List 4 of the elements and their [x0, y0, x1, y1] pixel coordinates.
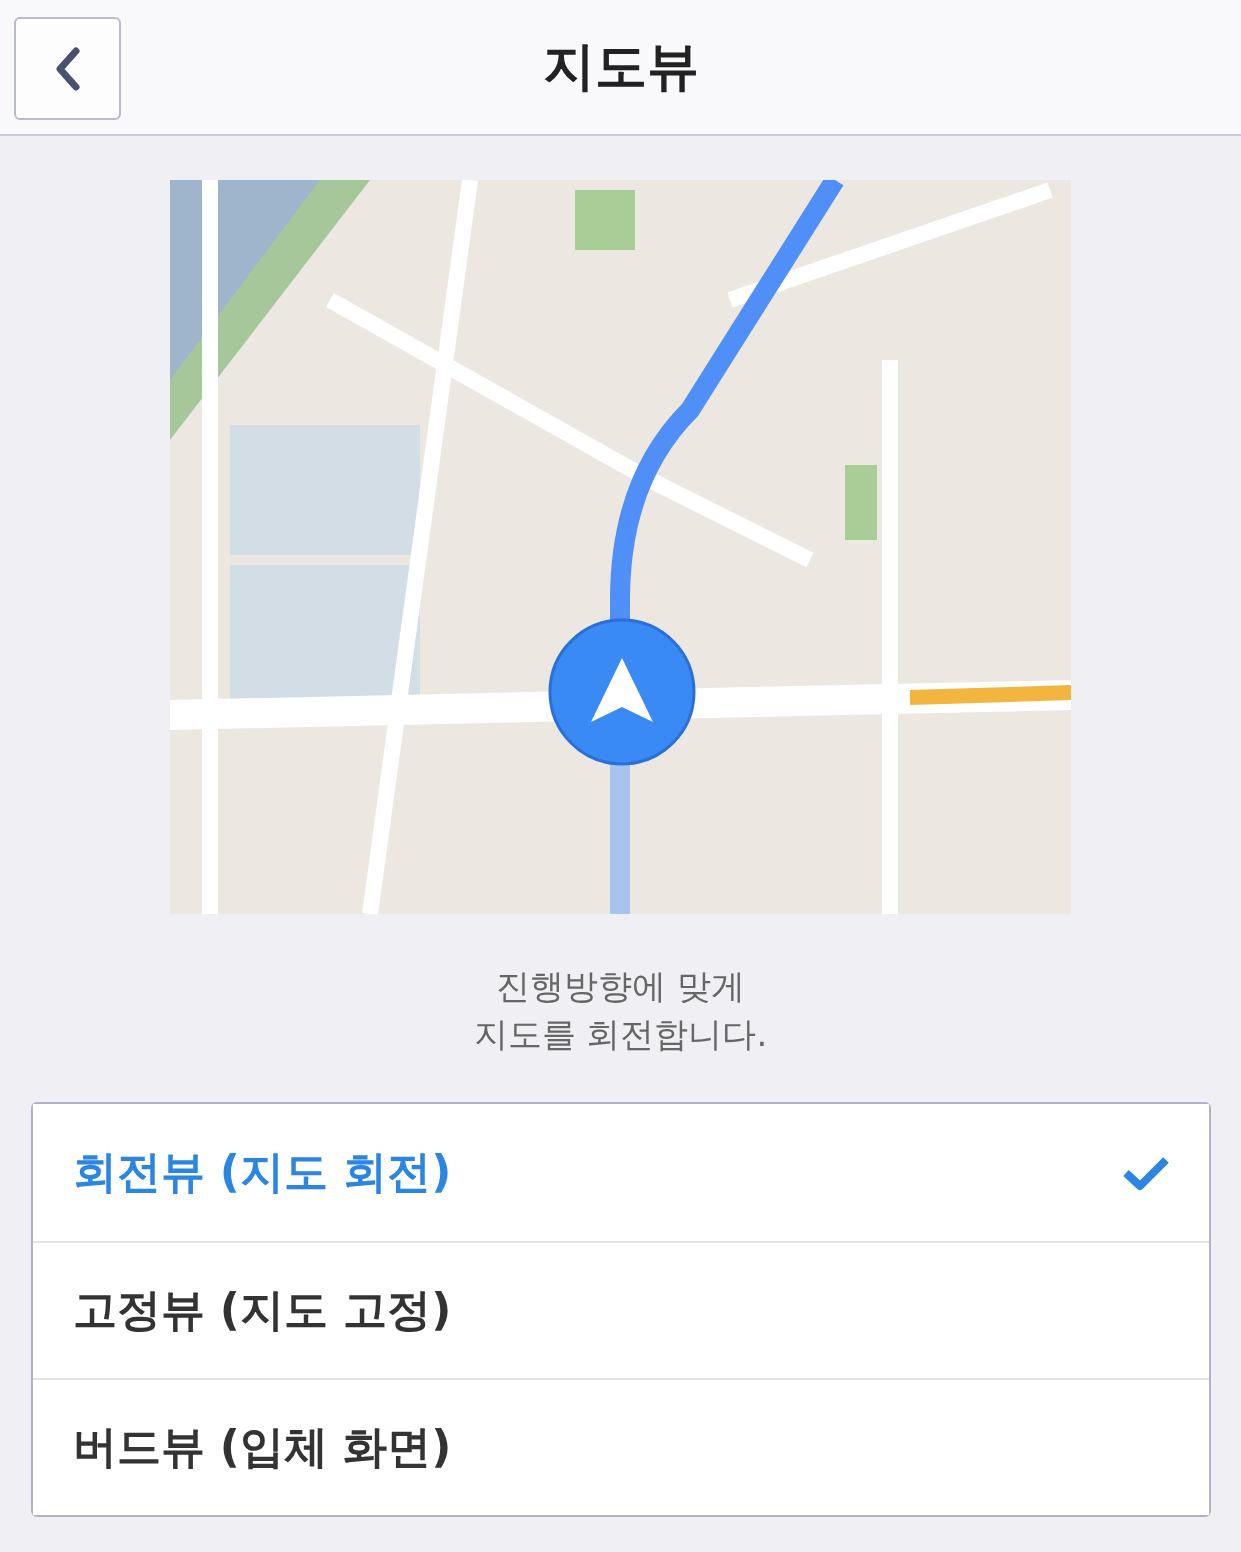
back-button[interactable] — [14, 17, 121, 120]
view-option[interactable]: 버드뷰 (입체 화면) — [32, 1378, 1209, 1515]
page-title: 지도뷰 — [542, 35, 699, 98]
description-text: 진행방향에 맞게 지도를 회전합니다. — [473, 965, 768, 1056]
